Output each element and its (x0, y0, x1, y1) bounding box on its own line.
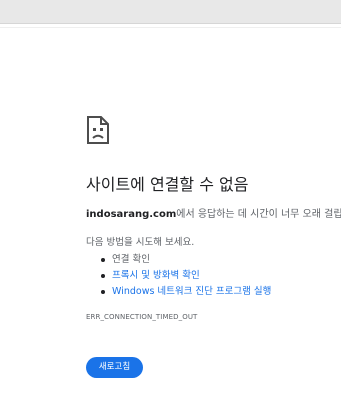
suggestion-check-connection: 연결 확인 (101, 252, 341, 268)
reload-button[interactable]: 새로고침 (86, 357, 143, 378)
top-divider (0, 27, 341, 28)
try-heading: 다음 방법을 시도해 보세요. (86, 237, 195, 248)
error-content: 사이트에 연결할 수 없음 indosarang.com에서 응답하는 데 시간… (86, 116, 341, 322)
suggestion-check-proxy-firewall-link[interactable]: 프록시 및 방화벽 확인 (101, 268, 341, 284)
error-code: ERR_CONNECTION_TIMED_OUT (86, 313, 198, 321)
error-title: 사이트에 연결할 수 없음 (86, 175, 249, 194)
browser-top-bar (0, 0, 341, 24)
suggestions-list: 연결 확인 프록시 및 방화벽 확인 Windows 네트워크 진단 프로그램 … (86, 252, 341, 300)
error-host: indosarang.com (86, 209, 177, 220)
suggestion-label[interactable]: 프록시 및 방화벽 확인 (112, 270, 200, 281)
suggestion-label[interactable]: Windows 네트워크 진단 프로그램 실행 (112, 286, 271, 297)
error-description-text: 에서 응답하는 데 시간이 너무 오래 걸립니다. (176, 209, 341, 220)
sad-document-icon (86, 116, 110, 144)
error-description: indosarang.com에서 응답하는 데 시간이 너무 오래 걸립니다. (86, 208, 341, 222)
suggestion-run-network-diagnostics-link[interactable]: Windows 네트워크 진단 프로그램 실행 (101, 284, 341, 300)
suggestion-label: 연결 확인 (112, 254, 150, 265)
